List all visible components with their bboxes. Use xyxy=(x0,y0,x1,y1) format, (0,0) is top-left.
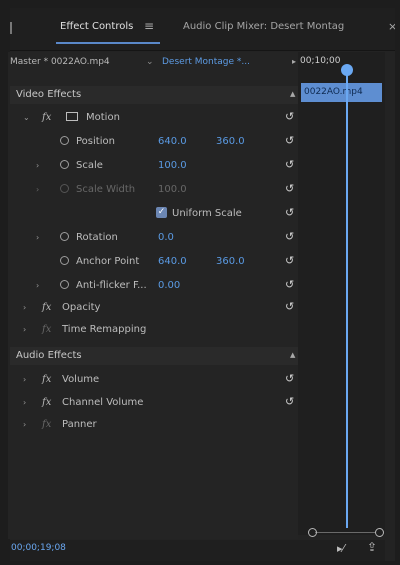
stopwatch-icon[interactable] xyxy=(60,160,69,169)
anchor-y-value[interactable]: 360.0 xyxy=(216,256,245,267)
clip-selector-row: Master * 0022AO.mp4 ⌄ Desert Montage *..… xyxy=(10,52,296,72)
active-tab-underline xyxy=(56,42,160,44)
rotation-value[interactable]: 0.0 xyxy=(158,232,174,243)
collapse-caret-icon[interactable]: ▲ xyxy=(290,90,295,98)
current-timecode[interactable]: 00;00;19;08 xyxy=(11,543,66,553)
property-row-anti-flicker: › Anti-flicker F... 0.00 ↺ xyxy=(10,275,298,297)
panel-menu-icon[interactable]: ≡ xyxy=(144,19,154,33)
position-y-value[interactable]: 360.0 xyxy=(216,136,245,147)
panel-tab-bar: Effect Controls ≡ Audio Clip Mixer: Dese… xyxy=(10,8,395,51)
tab-effect-controls[interactable]: Effect Controls xyxy=(60,21,133,32)
stopwatch-icon[interactable] xyxy=(60,280,69,289)
reset-icon[interactable]: ↺ xyxy=(285,134,294,147)
twirl-closed-icon: › xyxy=(36,185,40,194)
zoom-slider-track[interactable] xyxy=(315,532,375,533)
effect-row-channel-volume[interactable]: › fx Channel Volume ↺ xyxy=(10,392,298,414)
position-x-value[interactable]: 640.0 xyxy=(158,136,187,147)
mini-timeline[interactable] xyxy=(298,52,385,535)
fx-icon: fx xyxy=(42,324,52,335)
panel-grip[interactable] xyxy=(10,22,12,34)
clip-bar-label: 0022AO.mp4 xyxy=(304,87,363,97)
reset-icon[interactable]: ↺ xyxy=(285,182,294,195)
reset-icon[interactable]: ↺ xyxy=(285,110,294,123)
twirl-closed-icon[interactable]: › xyxy=(36,281,39,290)
twirl-closed-icon[interactable]: › xyxy=(23,420,26,429)
reset-icon[interactable]: ↺ xyxy=(285,278,294,291)
scale-value[interactable]: 100.0 xyxy=(158,160,187,171)
reset-icon[interactable]: ↺ xyxy=(285,300,294,313)
uniform-scale-label: Uniform Scale xyxy=(172,208,242,219)
stopwatch-icon[interactable] xyxy=(60,136,69,145)
property-row-scale: › Scale 100.0 ↺ xyxy=(10,155,298,177)
motion-frame-icon xyxy=(66,112,78,121)
fx-icon: fx xyxy=(42,419,52,430)
chevron-down-icon[interactable]: ⌄ xyxy=(146,57,154,67)
effect-row-opacity[interactable]: › fx Opacity ↺ xyxy=(10,297,298,319)
fx-icon: fx xyxy=(42,397,52,408)
audio-effects-header: Audio Effects ▲ xyxy=(10,347,298,365)
uniform-scale-row: ✓ Uniform Scale ↺ xyxy=(10,203,298,225)
channel-volume-label: Channel Volume xyxy=(62,397,144,408)
property-row-position: Position 640.0 360.0 ↺ xyxy=(10,131,298,153)
playhead-knob[interactable] xyxy=(341,64,353,76)
effect-row-panner[interactable]: › fx Panner xyxy=(10,414,298,436)
reset-icon[interactable]: ↺ xyxy=(285,395,294,408)
zoom-handle-right[interactable] xyxy=(375,528,384,537)
collapse-caret-icon[interactable]: ▲ xyxy=(290,351,295,359)
master-clip-label: Master * 0022AO.mp4 xyxy=(10,57,110,67)
volume-label: Volume xyxy=(62,374,100,385)
video-effects-header: Video Effects ▲ xyxy=(10,86,298,104)
twirl-closed-icon[interactable]: › xyxy=(23,325,26,334)
fx-icon: fx xyxy=(42,302,52,313)
stopwatch-icon[interactable] xyxy=(60,232,69,241)
reset-icon[interactable]: ↺ xyxy=(285,230,294,243)
time-remapping-label: Time Remapping xyxy=(62,324,147,335)
twirl-open-icon[interactable]: ⌄ xyxy=(23,113,30,122)
stopwatch-icon xyxy=(60,184,69,193)
zoom-handle-left[interactable] xyxy=(308,528,317,537)
twirl-closed-icon[interactable]: › xyxy=(36,161,39,170)
effect-row-volume[interactable]: › fx Volume ↺ xyxy=(10,369,298,391)
video-effects-label: Video Effects xyxy=(16,89,82,100)
anchor-x-value[interactable]: 640.0 xyxy=(158,256,187,267)
fx-icon: fx xyxy=(42,374,52,385)
scale-width-label: Scale Width xyxy=(76,184,136,195)
twirl-closed-icon[interactable]: › xyxy=(23,375,26,384)
anti-flicker-value[interactable]: 0.00 xyxy=(158,280,180,291)
motion-label: Motion xyxy=(86,112,120,123)
sequence-clip-dropdown[interactable]: Desert Montage *... xyxy=(162,57,250,67)
fx-icon: fx xyxy=(42,112,52,123)
playhead-line[interactable] xyxy=(346,68,348,528)
reset-icon[interactable]: ↺ xyxy=(285,372,294,385)
effect-row-motion[interactable]: ⌄ fx Motion ↺ xyxy=(10,107,298,129)
close-icon[interactable]: × xyxy=(388,20,395,33)
opacity-label: Opacity xyxy=(62,302,101,313)
reset-icon[interactable]: ↺ xyxy=(285,206,294,219)
property-row-rotation: › Rotation 0.0 ↺ xyxy=(10,227,298,249)
reset-icon[interactable]: ↺ xyxy=(285,254,294,267)
export-icon[interactable]: ⇪ xyxy=(367,540,377,554)
effect-row-time-remapping[interactable]: › fx Time Remapping xyxy=(10,319,298,341)
property-row-scale-width: › Scale Width 100.0 ↺ xyxy=(10,179,298,201)
panel-footer xyxy=(10,540,385,561)
twirl-closed-icon[interactable]: › xyxy=(36,233,39,242)
stopwatch-icon[interactable] xyxy=(60,256,69,265)
twirl-closed-icon[interactable]: › xyxy=(23,398,26,407)
tab-audio-clip-mixer[interactable]: Audio Clip Mixer: Desert Montag xyxy=(183,21,344,32)
anchor-point-label: Anchor Point xyxy=(76,256,140,267)
filter-icon[interactable]: ▸⁄ xyxy=(337,542,344,555)
rotation-label: Rotation xyxy=(76,232,118,243)
position-label: Position xyxy=(76,136,115,147)
uniform-scale-checkbox[interactable]: ✓ xyxy=(156,207,167,218)
panner-label: Panner xyxy=(62,419,97,430)
timeline-time-label: 00;10;00 xyxy=(300,56,341,66)
play-icon[interactable]: ▸ xyxy=(292,57,296,66)
audio-effects-label: Audio Effects xyxy=(16,350,82,361)
reset-icon[interactable]: ↺ xyxy=(285,158,294,171)
property-row-anchor-point: Anchor Point 640.0 360.0 ↺ xyxy=(10,251,298,273)
twirl-closed-icon[interactable]: › xyxy=(23,303,26,312)
scale-width-value: 100.0 xyxy=(158,184,187,195)
anti-flicker-label: Anti-flicker F... xyxy=(76,280,147,291)
scale-label: Scale xyxy=(76,160,103,171)
